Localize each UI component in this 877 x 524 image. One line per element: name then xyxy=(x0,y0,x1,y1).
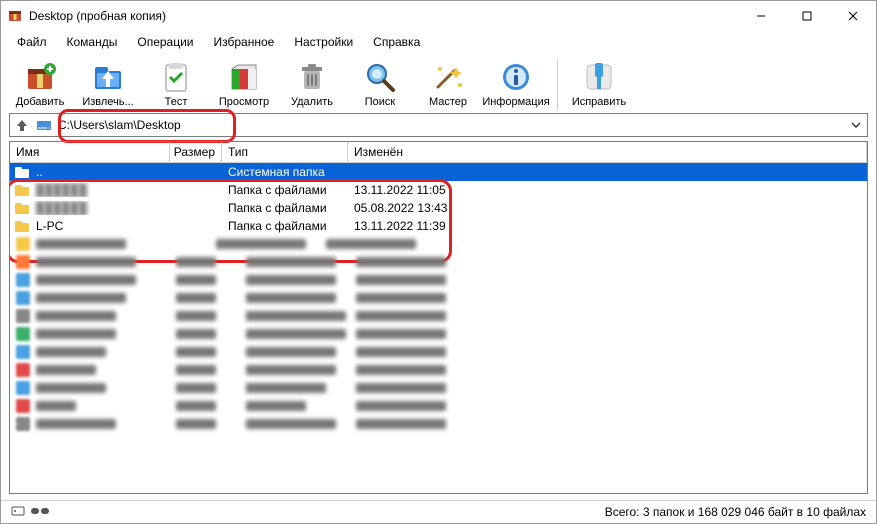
path-text: C:\Users\slam\Desktop xyxy=(58,118,843,132)
status-icon xyxy=(31,505,49,519)
view-label: Просмотр xyxy=(219,96,269,108)
test-icon xyxy=(158,59,194,95)
minimize-button[interactable] xyxy=(738,1,784,31)
find-label: Поиск xyxy=(365,96,395,108)
add-button[interactable]: Добавить xyxy=(7,57,73,110)
archive-icon xyxy=(22,59,58,95)
extract-icon xyxy=(90,59,126,95)
wizard-label: Мастер xyxy=(429,96,467,108)
folder-icon xyxy=(14,182,30,198)
window-title: Desktop (пробная копия) xyxy=(29,9,738,23)
wizard-icon xyxy=(430,59,466,95)
cell-mod: 05.08.2022 13:43 xyxy=(348,201,453,215)
folder-icon xyxy=(14,200,30,216)
delete-label: Удалить xyxy=(291,96,333,108)
up-icon[interactable] xyxy=(14,117,30,133)
repair-button[interactable]: Исправить xyxy=(566,57,632,110)
blurred-rows: /* placeholder */ xyxy=(10,235,867,491)
cell-name: ██████ xyxy=(30,183,170,197)
status-text: Всего: 3 папок и 168 029 046 байт в 10 ф… xyxy=(605,505,866,519)
cell-mod: 13.11.2022 11:05 xyxy=(348,183,452,197)
extract-label: Извлечь... xyxy=(82,96,133,108)
repair-label: Исправить xyxy=(572,96,626,108)
delete-button[interactable]: Удалить xyxy=(279,57,345,110)
table-row[interactable]: ██████ Папка с файлами 05.08.2022 13:43 xyxy=(10,199,867,217)
add-label: Добавить xyxy=(16,96,65,108)
wizard-button[interactable]: Мастер xyxy=(415,57,481,110)
status-icon xyxy=(11,505,25,520)
col-size[interactable]: Размер xyxy=(170,142,222,162)
chevron-down-icon[interactable] xyxy=(849,118,863,132)
toolbar-separator xyxy=(557,59,558,111)
cell-type: Папка с файлами xyxy=(222,183,348,197)
view-button[interactable]: Просмотр xyxy=(211,57,277,110)
repair-icon xyxy=(581,59,617,95)
disk-icon xyxy=(36,117,52,133)
column-headers: Имя Размер Тип Изменён xyxy=(10,142,867,163)
menu-fav[interactable]: Избранное xyxy=(204,33,285,51)
info-label: Информация xyxy=(482,96,549,108)
close-button[interactable] xyxy=(830,1,876,31)
app-icon xyxy=(7,8,23,24)
cell-mod: 13.11.2022 11:39 xyxy=(348,219,452,233)
col-modified[interactable]: Изменён xyxy=(348,142,867,162)
file-list: Имя Размер Тип Изменён .. Системная папк… xyxy=(9,141,868,494)
statusbar: Всего: 3 папок и 168 029 046 байт в 10 ф… xyxy=(1,500,876,523)
menu-help[interactable]: Справка xyxy=(363,33,430,51)
cell-name: ██████ xyxy=(30,201,170,215)
info-icon xyxy=(498,59,534,95)
cell-type: Папка с файлами xyxy=(222,201,348,215)
folder-icon xyxy=(14,218,30,234)
extract-button[interactable]: Извлечь... xyxy=(75,57,141,110)
search-icon xyxy=(362,59,398,95)
trash-icon xyxy=(294,59,330,95)
titlebar: Desktop (пробная копия) xyxy=(1,1,876,31)
maximize-button[interactable] xyxy=(784,1,830,31)
cell-name: .. xyxy=(30,165,170,179)
menu-options[interactable]: Настройки xyxy=(284,33,363,51)
col-name[interactable]: Имя xyxy=(10,142,170,162)
view-icon xyxy=(226,59,262,95)
table-row[interactable]: ██████ Папка с файлами 13.11.2022 11:05 xyxy=(10,181,867,199)
row-parent[interactable]: .. Системная папка xyxy=(10,163,867,181)
addressbar[interactable]: C:\Users\slam\Desktop xyxy=(9,113,868,137)
menu-commands[interactable]: Команды xyxy=(57,33,128,51)
menu-tools[interactable]: Операции xyxy=(127,33,203,51)
rows-container: .. Системная папка ██████ Папка с файлам… xyxy=(10,163,867,493)
info-button[interactable]: Информация xyxy=(483,57,549,110)
table-row[interactable]: L-PC Папка с файлами 13.11.2022 11:39 xyxy=(10,217,867,235)
menubar: Файл Команды Операции Избранное Настройк… xyxy=(1,31,876,53)
cell-type: Системная папка xyxy=(222,165,348,179)
folder-up-icon xyxy=(14,164,30,180)
cell-type: Папка с файлами xyxy=(222,219,348,233)
test-label: Тест xyxy=(165,96,188,108)
find-button[interactable]: Поиск xyxy=(347,57,413,110)
cell-name: L-PC xyxy=(30,219,170,233)
toolbar: Добавить Извлечь... Тест Просмотр Удалит… xyxy=(1,53,876,113)
test-button[interactable]: Тест xyxy=(143,57,209,110)
app-window: Desktop (пробная копия) Файл Команды Опе… xyxy=(0,0,877,524)
menu-file[interactable]: Файл xyxy=(7,33,57,51)
col-type[interactable]: Тип xyxy=(222,142,348,162)
